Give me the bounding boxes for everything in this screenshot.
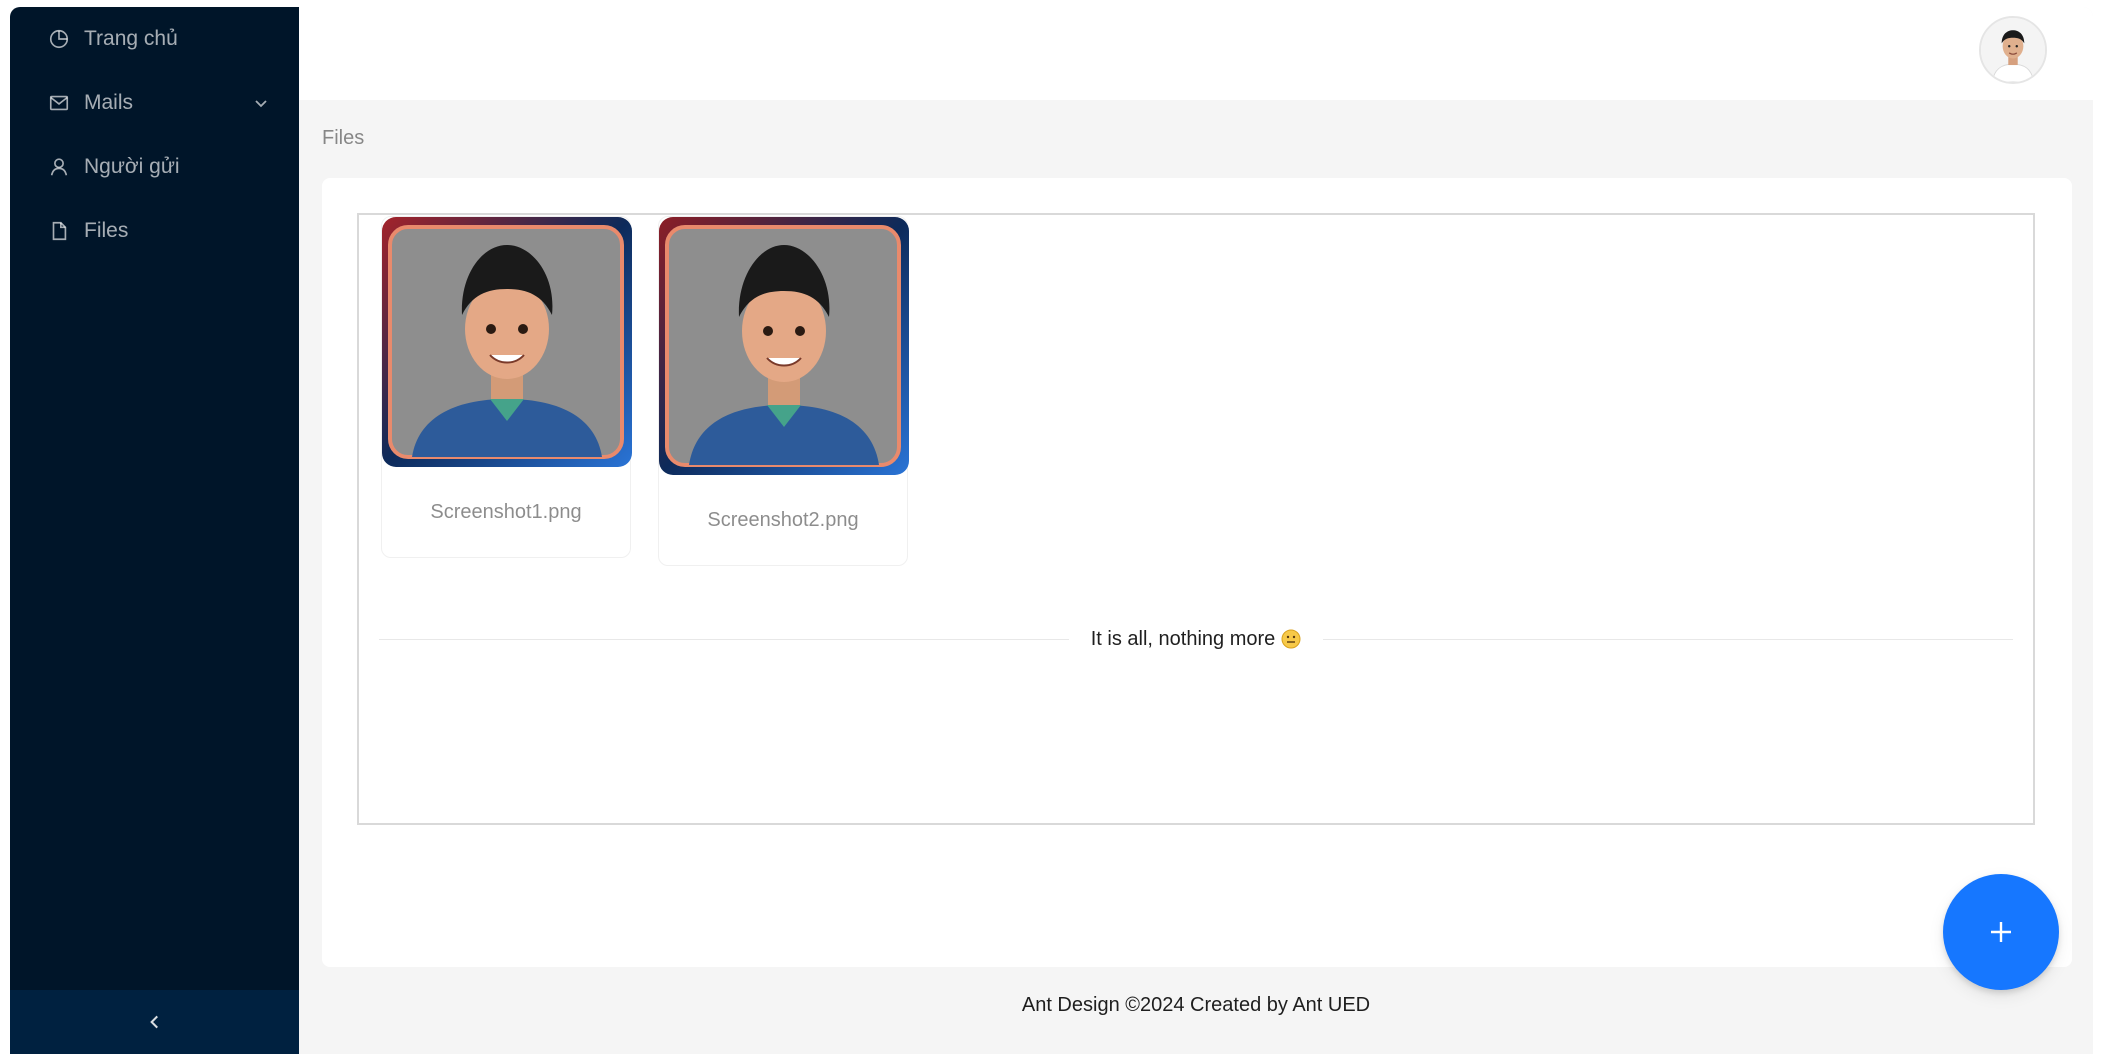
file-thumbnail — [382, 217, 632, 467]
end-of-list-divider: It is all, nothing more — [379, 624, 2013, 654]
divider-label: It is all, nothing more — [1090, 627, 1276, 650]
content-card: Screenshot1.png Screenshot2.png It is al… — [322, 178, 2072, 967]
divider-line — [1323, 638, 2013, 640]
app-window: Trang chủ Mails Người gửi Files Files Sc… — [10, 7, 2093, 1054]
sidebar-item-senders[interactable]: Người gửi — [10, 145, 299, 189]
plus-icon — [1991, 922, 2011, 942]
sidebar: Trang chủ Mails Người gửi Files — [10, 7, 299, 1054]
user-avatar[interactable] — [1979, 16, 2047, 84]
face-emoji-icon — [1281, 629, 1301, 649]
user-icon — [48, 156, 70, 178]
divider-line — [379, 638, 1069, 640]
page-footer: Ant Design ©2024 Created by Ant UED — [299, 994, 2093, 1017]
sidebar-item-files[interactable]: Files — [10, 209, 299, 253]
pie-chart-icon — [48, 28, 70, 50]
sidebar-item-home[interactable]: Trang chủ — [10, 17, 299, 61]
sidebar-item-label: Mails — [84, 91, 134, 114]
sidebar-item-label: Trang chủ — [84, 27, 178, 50]
breadcrumb: Files — [322, 127, 364, 150]
sidebar-item-label: Người gửi — [84, 155, 180, 178]
top-header — [299, 7, 2093, 100]
sidebar-collapse-button[interactable] — [10, 990, 299, 1054]
file-list-container: Screenshot1.png Screenshot2.png It is al… — [357, 213, 2035, 825]
sidebar-item-label: Files — [84, 219, 129, 242]
mail-icon — [48, 92, 70, 114]
add-file-button[interactable] — [1943, 874, 2059, 990]
file-card[interactable]: Screenshot1.png — [381, 216, 632, 558]
file-thumbnail — [659, 217, 909, 475]
file-name: Screenshot2.png — [707, 509, 859, 531]
breadcrumb-current: Files — [322, 127, 365, 149]
sidebar-menu: Trang chủ Mails Người gửi Files — [10, 7, 299, 253]
divider-text: It is all, nothing more — [1069, 628, 1324, 651]
file-name: Screenshot1.png — [430, 501, 582, 523]
sidebar-item-mails[interactable]: Mails — [10, 81, 299, 125]
chevron-down-icon[interactable] — [253, 95, 269, 111]
file-card[interactable]: Screenshot2.png — [658, 216, 909, 566]
footer-text: Ant Design ©2024 Created by Ant UED — [1021, 994, 1371, 1016]
file-icon — [48, 220, 70, 242]
chevron-left-icon — [149, 1015, 158, 1029]
